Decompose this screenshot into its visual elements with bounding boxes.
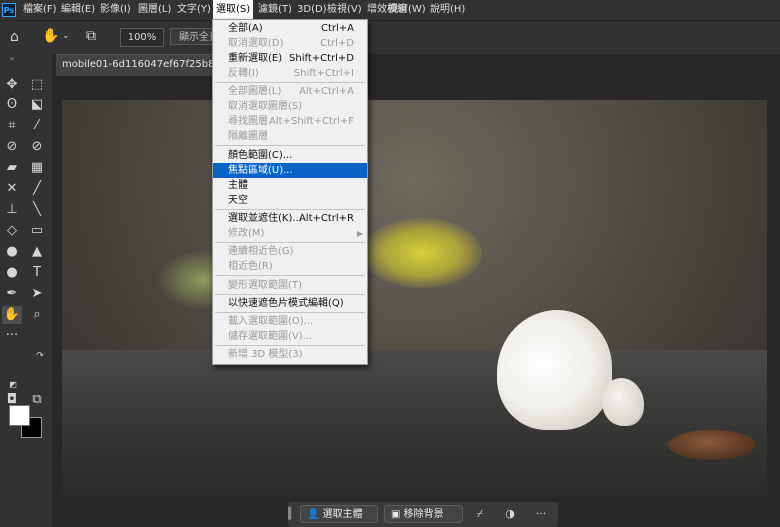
band-aid-icon[interactable]: ▰ (2, 159, 22, 177)
contextual-task-bar: ▍ 👤 選取主體 ▣ 移除背景 ⌿ ◑ ··· (288, 502, 558, 527)
menu-type[interactable]: 文字(Y) (177, 0, 211, 20)
eraser-icon[interactable]: ◇ (2, 222, 22, 240)
water-surface (62, 350, 767, 497)
menu-select[interactable]: 選取(S) (213, 0, 254, 20)
collapse-panel-icon[interactable]: « (2, 50, 22, 68)
photoshop-logo: Ps (2, 3, 16, 17)
move-tool-icon[interactable]: ✥ (2, 76, 22, 94)
menu-separator (215, 345, 365, 346)
person-icon: 👤 (307, 509, 320, 520)
menu-window[interactable]: 視窗(W) (388, 0, 426, 20)
menu-item-all[interactable]: 全部(A) Ctrl+A (213, 21, 367, 36)
object-selection-icon[interactable]: ⬕ (27, 96, 47, 114)
zoom-tool-icon[interactable]: ⌕ (27, 306, 47, 324)
more-tools-icon[interactable]: ··· (2, 327, 22, 345)
menu-item-load-selection[interactable]: 載入選取範圍(O)... (213, 314, 367, 329)
stone (668, 430, 756, 460)
drag-handle-icon[interactable]: ▍ (288, 505, 296, 523)
remove-background-button[interactable]: ▣ 移除背景 (384, 505, 463, 523)
lasso-tool-icon[interactable]: ʘ (2, 96, 22, 114)
options-bar (0, 20, 780, 55)
yellow-bokeh (362, 218, 482, 288)
brush-tool-icon[interactable]: ╱ (27, 180, 47, 198)
menu-item-reselect[interactable]: 重新選取(E) Shift+Ctrl+D (213, 51, 367, 66)
remove-background-label: 移除背景 (403, 509, 444, 520)
mask-icon[interactable]: ◑ (501, 505, 519, 523)
menu-file[interactable]: 檔案(F) (23, 0, 57, 20)
clone-stamp-icon[interactable]: ⊥ (2, 201, 22, 219)
tools-panel: « ✥ ⬚ ʘ ⬕ ⌗ ⁄ ⊘ ⊘ ▰ ▦ ✕ ╱ ⊥ ╲ ◇ ▭ ● ▲ ● … (0, 54, 52, 527)
menu-item-grow[interactable]: 連續相近色(G) (213, 244, 367, 259)
transform-icon[interactable]: ✕ (2, 180, 22, 198)
menu-filter[interactable]: 濾鏡(T) (258, 0, 292, 20)
menu-item-new-3d-extrusion[interactable]: 新增 3D 模型(3) (213, 347, 367, 362)
menu-item-color-range[interactable]: 顏色範圍(C)... (213, 148, 367, 163)
menu-image[interactable]: 影像(I) (100, 0, 131, 20)
image-icon: ▣ (391, 509, 401, 520)
menu-item-similar[interactable]: 相近色(R) (213, 259, 367, 274)
select-subject-button[interactable]: 👤 選取主體 (300, 505, 378, 523)
home-icon[interactable]: ⌂ (10, 29, 19, 45)
sharpen-tool-icon[interactable]: ▲ (27, 243, 47, 261)
menu-separator (215, 242, 365, 243)
menu-item-inverse[interactable]: 反轉(I) Shift+Ctrl+I (213, 66, 367, 81)
menu-separator (215, 312, 365, 313)
menu-item-modify[interactable]: 修改(M) ▶ (213, 226, 367, 241)
menu-separator (215, 275, 365, 276)
menu-separator (215, 82, 365, 83)
menu-view[interactable]: 檢視(V) (327, 0, 362, 20)
spot-healing-icon[interactable]: ⊘ (2, 138, 22, 156)
submenu-arrow-icon: ▶ (356, 229, 363, 238)
pattern-icon[interactable]: ▦ (27, 159, 47, 177)
menu-edit[interactable]: 編輯(E) (61, 0, 95, 20)
crop-tool-icon[interactable]: ⌗ (2, 117, 22, 135)
foreground-color-swatch[interactable] (9, 405, 30, 426)
path-selection-icon[interactable]: ➤ (27, 285, 47, 303)
menu-item-save-selection[interactable]: 儲存選取範圍(V)... (213, 329, 367, 344)
menu-item-select-and-mask[interactable]: 選取並遮住(K)... Alt+Ctrl+R (213, 211, 367, 226)
menu-separator (215, 209, 365, 210)
select-subject-label: 選取主體 (322, 509, 363, 520)
dodge-tool-icon[interactable]: ● (2, 264, 22, 282)
eggshell (497, 310, 612, 430)
menu-item-transform-selection[interactable]: 變形選取範圍(T) (213, 278, 367, 293)
fit-screen-button[interactable]: 顯示全頁 (170, 28, 214, 45)
image-canvas[interactable] (62, 100, 767, 497)
menu-item-subject[interactable]: 主體 (213, 178, 367, 193)
menu-3d[interactable]: 3D(D) (297, 0, 327, 20)
menu-item-quick-mask[interactable]: 以快速遮色片模式編輯(Q) (213, 296, 367, 311)
hand-tool-active-icon[interactable]: ✋ (2, 306, 22, 324)
menu-layer[interactable]: 圖層(L) (138, 0, 171, 20)
hand-tool-icon[interactable]: ✋ (42, 28, 59, 44)
document-tab-bar: mobile01-6d116047ef67f25b86ce7 (52, 54, 780, 76)
type-tool-icon[interactable]: T (27, 264, 47, 282)
menu-item-focus-area[interactable]: 焦點區域(U)... (213, 163, 367, 178)
menu-item-deselect[interactable]: 取消選取(D) Ctrl+D (213, 36, 367, 51)
screen-mode-icon[interactable]: ⧉ (27, 391, 47, 409)
history-brush-icon[interactable]: ╲ (27, 201, 47, 219)
blur-tool-icon[interactable]: ● (2, 243, 22, 261)
menu-item-deselect-layers[interactable]: 取消選取圖層(S) (213, 99, 367, 114)
swap-colors-icon[interactable]: ↷ (30, 347, 50, 365)
rectangular-marquee-icon[interactable]: ⬚ (27, 76, 47, 94)
menu-item-find-layers[interactable]: 尋找圖層 Alt+Shift+Ctrl+F (213, 114, 367, 129)
scroll-all-windows-icon[interactable]: ⧉ (86, 28, 96, 44)
more-options-icon[interactable]: ··· (532, 505, 550, 523)
menu-help[interactable]: 說明(H) (430, 0, 465, 20)
menu-separator (215, 294, 365, 295)
pen-tool-icon[interactable]: ✒ (2, 285, 22, 303)
healing-brush-icon[interactable]: ⊘ (27, 138, 47, 156)
gradient-tool-icon[interactable]: ▭ (27, 222, 47, 240)
menu-bar: Ps 檔案(F) 編輯(E) 影像(I) 圖層(L) 文字(Y) 選取(S) 濾… (0, 0, 780, 20)
menu-item-isolate-layers[interactable]: 隔離圖層 (213, 129, 367, 144)
transform-selection-icon[interactable]: ⌿ (471, 505, 489, 523)
eyedropper-icon[interactable]: ⁄ (27, 117, 47, 135)
menu-item-all-layers[interactable]: 全部圖層(L) Alt+Ctrl+A (213, 84, 367, 99)
menu-separator (215, 145, 365, 146)
zoom-level-field[interactable]: 100% (120, 28, 164, 47)
menu-item-sky[interactable]: 天空 (213, 193, 367, 208)
select-menu-dropdown: 全部(A) Ctrl+A 取消選取(D) Ctrl+D 重新選取(E) Shift+C… (212, 19, 368, 365)
chevron-down-icon[interactable]: ⌄ (62, 31, 70, 41)
